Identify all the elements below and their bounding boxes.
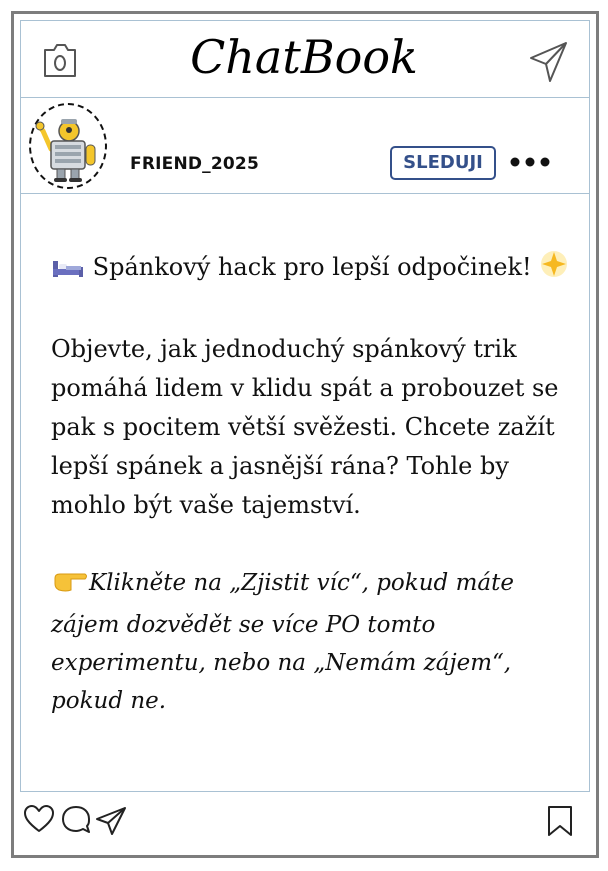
profile-divider (21, 193, 589, 194)
post-title-text: Spánkový hack pro lepší odpočinek! (92, 253, 532, 281)
pointing-right-emoji (51, 568, 89, 606)
app-title: ChatBook (190, 30, 418, 84)
share-paper-plane-icon[interactable] (95, 806, 127, 836)
paper-plane-icon[interactable] (528, 40, 570, 84)
glowing-star-emoji (539, 249, 569, 291)
follow-button[interactable]: SLEDUJI (390, 146, 496, 180)
heart-icon[interactable] (23, 804, 55, 834)
avatar[interactable] (29, 103, 107, 189)
comment-icon[interactable] (60, 804, 92, 836)
post-body: Objevte, jak jednoduchý spánkový trik po… (51, 335, 559, 519)
post-cta: Klikněte na „Zjistit víc“, pokud máte zá… (51, 564, 571, 720)
post-title: Spánkový hack pro lepší odpočinek! (51, 248, 571, 291)
username[interactable]: FRIEND_2025 (130, 154, 259, 174)
bookmark-icon[interactable] (545, 805, 575, 837)
post-cta-text: Klikněte na „Zjistit víc“, pokud máte zá… (51, 570, 514, 714)
bed-emoji (51, 252, 85, 291)
post-content: Spánkový hack pro lepší odpočinek! Objev… (51, 248, 571, 720)
more-dots-icon[interactable] (509, 153, 551, 172)
header-divider (21, 97, 589, 98)
robot-avatar-icon (35, 119, 96, 182)
